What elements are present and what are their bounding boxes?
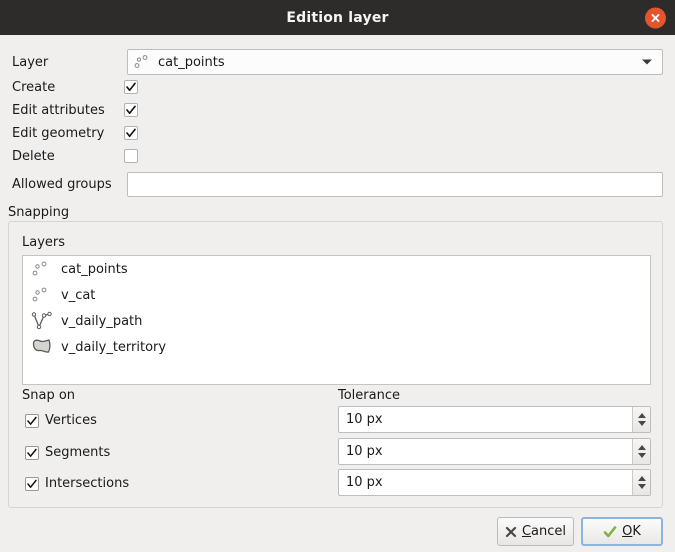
vertices-tolerance-spinbox[interactable]: 10 px <box>338 406 651 433</box>
close-button[interactable] <box>645 7 666 28</box>
chevron-down-icon <box>637 453 646 458</box>
list-item[interactable]: cat_points <box>23 256 650 282</box>
ok-mnemonic: O <box>622 524 633 539</box>
edit-geometry-label: Edit geometry <box>12 126 105 141</box>
line-layer-icon <box>29 310 55 332</box>
list-item[interactable]: v_daily_path <box>23 308 650 334</box>
intersections-tolerance-spinbox[interactable]: 10 px <box>338 469 651 496</box>
point-layer-icon <box>132 52 154 72</box>
x-mark-icon <box>505 526 517 537</box>
ok-rest: K <box>632 524 641 539</box>
title-bar: Edition layer <box>0 0 675 35</box>
intersections-tolerance-stepper[interactable] <box>632 470 650 495</box>
point-layer-icon <box>29 258 55 280</box>
allowed-groups-label: Allowed groups <box>12 177 112 192</box>
segments-tolerance-value: 10 px <box>346 444 383 459</box>
intersections-checkbox[interactable] <box>25 477 39 491</box>
dialog-body: Layer cat_points Create Edit attributes … <box>0 35 675 552</box>
delete-label: Delete <box>12 149 55 164</box>
segments-tolerance-spinbox[interactable]: 10 px <box>338 438 651 465</box>
window-title: Edition layer <box>286 9 389 26</box>
edit-attributes-checkbox[interactable] <box>124 103 138 117</box>
layer-label: Layer <box>12 55 49 70</box>
create-checkbox[interactable] <box>124 80 138 94</box>
list-item[interactable]: v_cat <box>23 282 650 308</box>
tolerance-label: Tolerance <box>338 388 400 403</box>
list-item-label: v_daily_path <box>61 313 143 329</box>
cancel-button-label: Cancel <box>522 524 566 539</box>
allowed-groups-input[interactable] <box>127 172 663 197</box>
intersections-tolerance-value: 10 px <box>346 475 383 490</box>
chevron-up-icon <box>637 476 646 481</box>
snap-on-label: Snap on <box>22 388 76 403</box>
point-layer-icon <box>29 284 55 306</box>
delete-checkbox[interactable] <box>124 149 138 163</box>
snapping-title: Snapping <box>8 205 70 220</box>
edit-geometry-checkbox[interactable] <box>124 126 138 140</box>
cancel-mnemonic: C <box>521 524 532 539</box>
chevron-up-icon <box>637 413 646 418</box>
segments-label: Segments <box>45 445 111 460</box>
segments-checkbox[interactable] <box>25 446 39 460</box>
list-item[interactable]: v_daily_territory <box>23 334 650 360</box>
chevron-down-icon <box>637 421 646 426</box>
vertices-tolerance-value: 10 px <box>346 412 383 427</box>
polygon-layer-icon <box>29 336 55 358</box>
snapping-layers-list[interactable]: cat_points v_cat v_daily_path v_daily_te… <box>22 255 651 385</box>
chevron-down-icon <box>637 484 646 489</box>
chevron-down-icon <box>642 59 652 65</box>
list-item-label: v_daily_territory <box>61 339 167 355</box>
check-mark-icon <box>603 525 617 537</box>
vertices-checkbox[interactable] <box>25 414 39 428</box>
layer-combobox[interactable]: cat_points <box>127 49 663 75</box>
ok-button-label: OK <box>622 524 641 539</box>
cancel-rest: ancel <box>531 524 567 539</box>
ok-button[interactable]: OK <box>581 517 663 546</box>
edit-attributes-label: Edit attributes <box>12 103 105 118</box>
intersections-label: Intersections <box>45 476 130 491</box>
segments-tolerance-stepper[interactable] <box>632 439 650 464</box>
chevron-up-icon <box>637 445 646 450</box>
cancel-button[interactable]: Cancel <box>497 517 574 546</box>
close-icon <box>651 13 660 22</box>
vertices-label: Vertices <box>45 413 97 428</box>
vertices-tolerance-stepper[interactable] <box>632 407 650 432</box>
layers-label: Layers <box>22 235 66 250</box>
layer-combobox-value: cat_points <box>158 54 225 70</box>
list-item-label: v_cat <box>61 287 96 303</box>
list-item-label: cat_points <box>61 261 128 277</box>
create-label: Create <box>12 80 56 95</box>
